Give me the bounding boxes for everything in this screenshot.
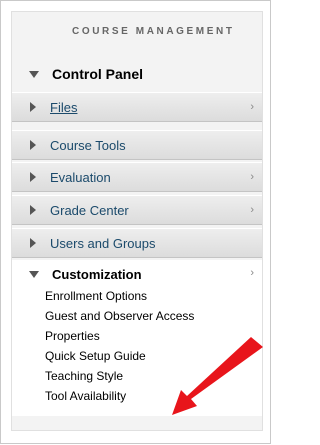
menu-item-grade-center[interactable]: Grade Center ›: [12, 195, 262, 225]
submenu-item-enrollment-options[interactable]: Enrollment Options: [45, 289, 147, 303]
chevron-right-icon: ›: [250, 171, 254, 183]
menu-item-evaluation-label: Evaluation: [50, 169, 111, 185]
triangle-right-icon: [30, 238, 36, 248]
chevron-right-icon: ›: [250, 267, 254, 279]
triangle-right-icon: [30, 172, 36, 182]
course-management-panel: COURSE MANAGEMENT Control Panel Files › …: [11, 11, 263, 431]
menu-item-course-tools-label: Course Tools: [50, 137, 126, 153]
submenu-item-quick-setup-guide[interactable]: Quick Setup Guide: [45, 349, 146, 363]
menu-item-files[interactable]: Files ›: [12, 92, 262, 122]
triangle-right-icon: [30, 205, 36, 215]
submenu-item-tool-availability[interactable]: Tool Availability: [45, 389, 126, 403]
course-management-heading: COURSE MANAGEMENT: [72, 26, 235, 37]
menu-item-files-label[interactable]: Files: [50, 100, 77, 115]
control-panel-header[interactable]: Control Panel: [12, 56, 262, 92]
menu-item-evaluation[interactable]: Evaluation ›: [12, 162, 262, 192]
triangle-down-icon: [29, 270, 39, 278]
control-panel-label: Control Panel: [52, 66, 144, 82]
triangle-right-icon: [30, 140, 36, 150]
submenu-item-teaching-style[interactable]: Teaching Style: [45, 369, 123, 383]
triangle-right-icon: [30, 102, 36, 112]
menu-item-grade-center-label: Grade Center: [50, 202, 129, 218]
menu-item-users-and-groups[interactable]: Users and Groups: [12, 228, 262, 258]
submenu-item-properties[interactable]: Properties: [45, 329, 100, 343]
screenshot-frame: COURSE MANAGEMENT Control Panel Files › …: [0, 0, 271, 444]
customization-label: Customization: [52, 266, 142, 282]
menu-item-course-tools[interactable]: Course Tools: [12, 130, 262, 160]
chevron-right-icon: ›: [250, 101, 254, 113]
customization-submenu: Enrollment Options Guest and Observer Ac…: [12, 288, 262, 416]
customization-header[interactable]: Customization ›: [12, 260, 262, 288]
triangle-down-icon: [29, 70, 39, 78]
chevron-right-icon: ›: [250, 204, 254, 216]
menu-item-users-and-groups-label: Users and Groups: [50, 235, 156, 251]
submenu-item-guest-observer-access[interactable]: Guest and Observer Access: [45, 309, 194, 323]
